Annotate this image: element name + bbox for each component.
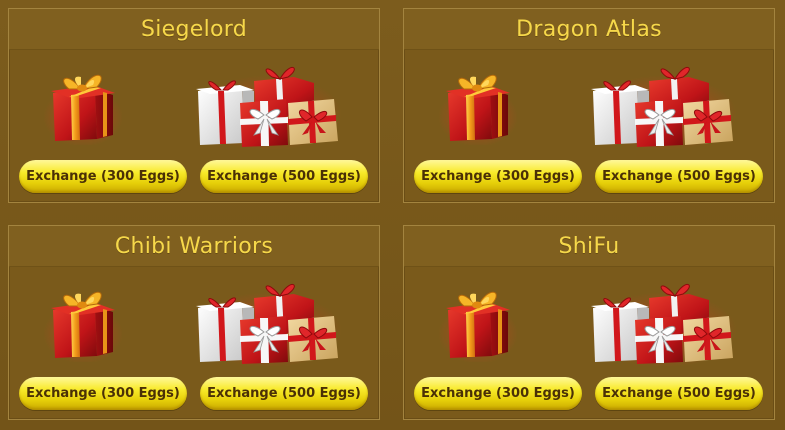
- panel-title: Siegelord: [140, 16, 247, 42]
- exchange-300-eggs-button[interactable]: Exchange (300 Eggs): [414, 377, 582, 410]
- game-panel-dragon-atlas: Dragon Atlas Exchange (300 Eggs) Exchang…: [403, 8, 775, 203]
- panel-title-bar: Siegelord: [9, 9, 379, 50]
- exchange-500-eggs-button[interactable]: Exchange (500 Eggs): [200, 160, 368, 193]
- panel-title-bar: ShiFu: [404, 226, 774, 267]
- exchange-500-eggs-button[interactable]: Exchange (500 Eggs): [595, 160, 763, 193]
- exchange-300-eggs-button[interactable]: Exchange (300 Eggs): [414, 160, 582, 193]
- exchange-500-eggs-button[interactable]: Exchange (500 Eggs): [595, 377, 763, 410]
- panel-title-bar: Dragon Atlas: [404, 9, 774, 50]
- gift-stack-icon: [589, 63, 737, 149]
- game-panel-chibi-warriors: Chibi Warriors Exchange (300 Eggs) Excha…: [8, 225, 380, 420]
- game-panel-siegelord: Siegelord Exchange (300 Eggs) Exchange (…: [8, 8, 380, 203]
- panel-title: Chibi Warriors: [114, 233, 274, 259]
- panel-title: Dragon Atlas: [516, 16, 662, 42]
- gift-stack-icon: [589, 280, 737, 366]
- gift-box-icon: [438, 282, 518, 362]
- gift-box-icon: [43, 65, 123, 145]
- gift-box-icon: [438, 65, 518, 145]
- game-panel-shifu: ShiFu Exchange (300 Eggs) Exchange (500 …: [403, 225, 775, 420]
- gift-box-icon: [43, 282, 123, 362]
- gift-stack-icon: [194, 280, 342, 366]
- exchange-500-eggs-button[interactable]: Exchange (500 Eggs): [200, 377, 368, 410]
- panel-title-bar: Chibi Warriors: [9, 226, 379, 267]
- gift-stack-icon: [194, 63, 342, 149]
- panel-title: ShiFu: [558, 233, 620, 259]
- exchange-300-eggs-button[interactable]: Exchange (300 Eggs): [19, 377, 187, 410]
- exchange-300-eggs-button[interactable]: Exchange (300 Eggs): [19, 160, 187, 193]
